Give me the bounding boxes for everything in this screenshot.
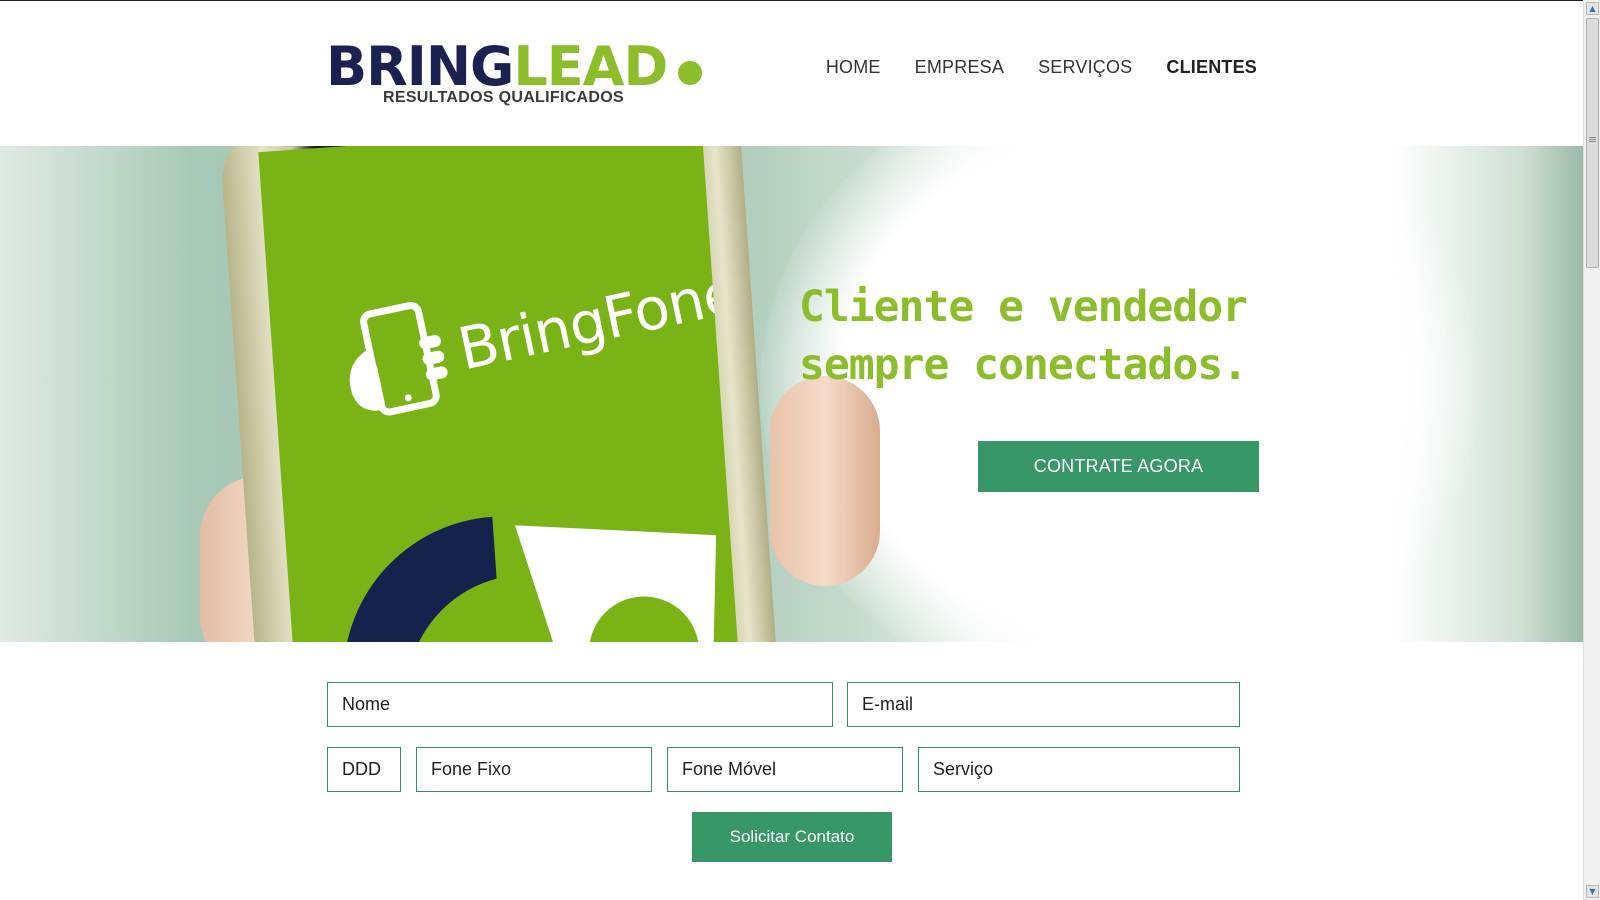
ddd-input[interactable] — [327, 747, 401, 792]
servico-input[interactable] — [918, 747, 1240, 792]
hero-headline-line1: Cliente e vendedor — [799, 282, 1248, 332]
scroll-down-icon[interactable]: ▼ — [1586, 885, 1599, 898]
hero-headline-line2: sempre conectados. — [799, 340, 1248, 390]
logo-tagline: RESULTADOS QUALIFICADOS — [383, 89, 624, 106]
hand-holding-phone-icon — [349, 301, 448, 416]
nav-clientes[interactable]: CLIENTES — [1166, 57, 1257, 78]
main-nav: HOME EMPRESA SERVIÇOS CLIENTES — [826, 57, 1257, 78]
contrate-agora-button[interactable]: CONTRATE AGORA — [978, 441, 1259, 492]
nav-servicos[interactable]: SERVIÇOS — [1038, 57, 1132, 78]
logo-dot-icon — [678, 61, 702, 85]
bringfone-logo: BringFone — [332, 233, 745, 434]
phone-image: BringFone — [218, 146, 782, 642]
name-input[interactable] — [327, 682, 833, 727]
site-logo[interactable]: BRINGLEAD RESULTADOS QUALIFICADOS — [326, 35, 706, 115]
scrollbar-thumb[interactable] — [1586, 18, 1599, 268]
hero-banner: BringFone Cliente e vendedor sempre cone… — [0, 146, 1584, 642]
fone-fixo-input[interactable] — [416, 747, 652, 792]
scrollbar-grip-icon — [1589, 137, 1596, 138]
hero-headline: Cliente e vendedor sempre conectados. — [799, 278, 1248, 394]
scroll-up-icon[interactable]: ▲ — [1586, 2, 1599, 15]
email-input[interactable] — [847, 682, 1240, 727]
vertical-scrollbar[interactable]: ▲ ▼ — [1583, 0, 1600, 900]
nav-empresa[interactable]: EMPRESA — [915, 57, 1004, 78]
bringfone-text: BringFone — [452, 257, 744, 384]
site-header: BRINGLEAD RESULTADOS QUALIFICADOS HOME E… — [0, 1, 1584, 146]
finger-image — [770, 376, 880, 586]
hero-background-glow — [760, 146, 1480, 642]
nav-home[interactable]: HOME — [826, 57, 881, 78]
phone-screen: BringFone — [258, 146, 745, 642]
solicitar-contato-button[interactable]: Solicitar Contato — [692, 812, 892, 862]
fone-movel-input[interactable] — [667, 747, 903, 792]
